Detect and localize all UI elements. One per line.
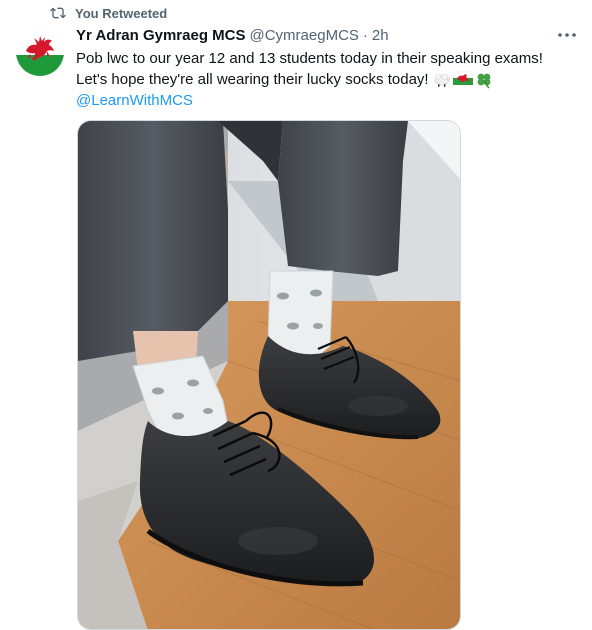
tweet-header: Yr Adran Gymraeg MCS @CymraegMCS · 2h bbox=[76, 27, 389, 45]
tweet-text-line-2: Let's hope they're all wearing their luc… bbox=[76, 71, 429, 88]
welsh-dragon-flag-avatar bbox=[16, 28, 64, 76]
tweet-text: Pob lwc to our year 12 and 13 students t… bbox=[76, 48, 576, 111]
more-options-button[interactable] bbox=[554, 24, 580, 46]
mention-link[interactable]: @LearnWithMCS bbox=[76, 92, 193, 109]
retweet-indicator[interactable]: You Retweeted bbox=[49, 5, 167, 21]
emoji-group bbox=[433, 71, 493, 89]
retweet-label: You Retweeted bbox=[75, 5, 168, 21]
four-leaf-clover-emoji bbox=[477, 73, 490, 89]
more-horizontal-icon bbox=[558, 33, 576, 37]
tweet-text-line-1: Pob lwc to our year 12 and 13 students t… bbox=[76, 50, 543, 67]
tweet-media-photo[interactable] bbox=[77, 120, 461, 630]
sheep-emoji bbox=[434, 73, 450, 88]
avatar[interactable] bbox=[16, 28, 64, 76]
tweet-text-line-3: @LearnWithMCS bbox=[76, 90, 576, 111]
welsh-flag-emoji bbox=[452, 71, 473, 86]
retweet-icon bbox=[50, 7, 66, 19]
photo-image bbox=[78, 121, 460, 629]
tweet-timestamp[interactable]: 2h bbox=[372, 27, 389, 44]
tweet-text-line-2-wrapper: Let's hope they're all wearing their luc… bbox=[76, 69, 576, 90]
display-name[interactable]: Yr Adran Gymraeg MCS bbox=[76, 27, 246, 44]
separator-dot: · bbox=[362, 27, 368, 44]
user-handle[interactable]: @CymraegMCS bbox=[250, 27, 359, 44]
